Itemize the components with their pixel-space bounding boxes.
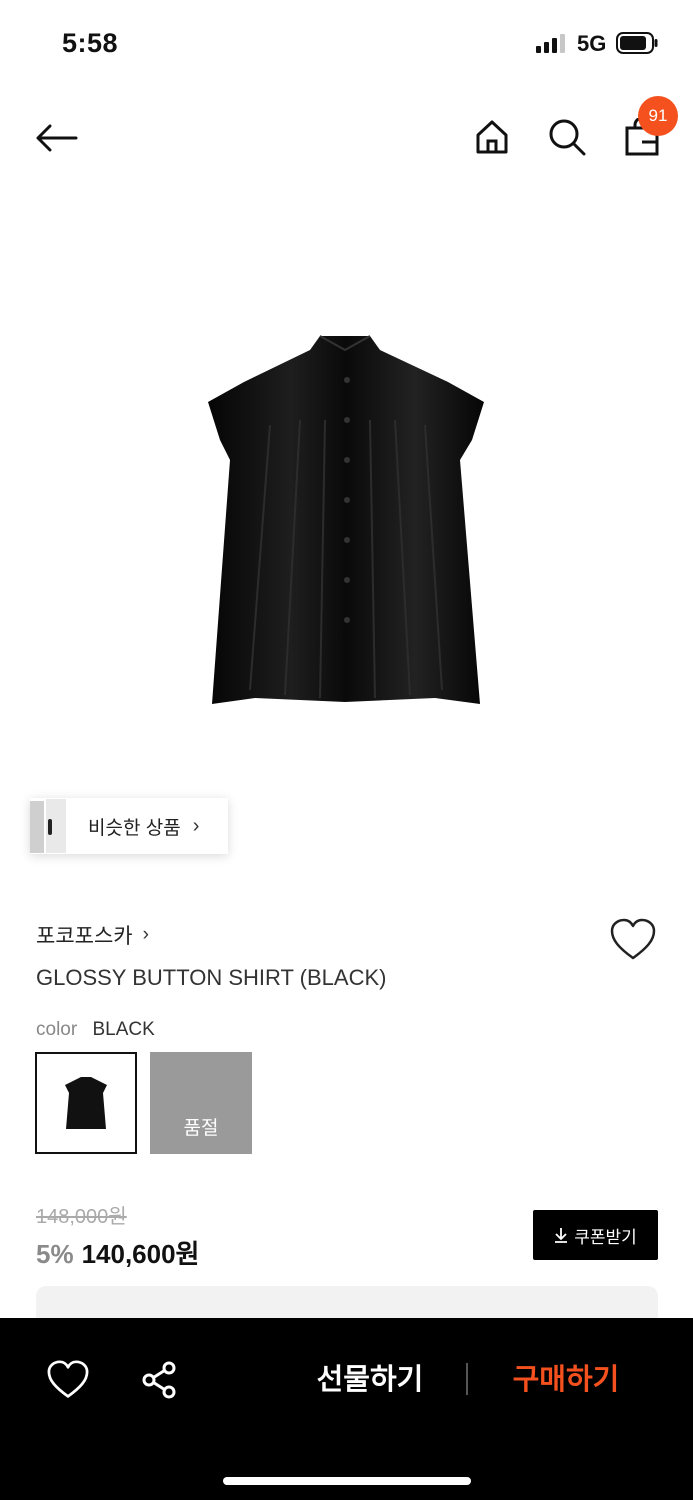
bottom-like-button[interactable] xyxy=(46,1360,90,1400)
discount-rate: 5% xyxy=(36,1239,74,1269)
original-price: 148,000원 xyxy=(36,1206,127,1228)
gift-button[interactable]: 선물하기 xyxy=(300,1358,440,1402)
status-bar: 5:58 5G xyxy=(0,0,693,90)
color-row: color BLACK xyxy=(36,1019,155,1041)
search-button[interactable] xyxy=(543,112,591,162)
color-key: color xyxy=(36,1019,78,1040)
back-arrow-icon xyxy=(36,124,78,152)
product-image[interactable] xyxy=(180,320,510,720)
share-icon xyxy=(142,1361,176,1399)
similar-items-button[interactable]: 비슷한 상품 › xyxy=(30,798,228,854)
color-value: BLACK xyxy=(92,1019,155,1040)
chevron-right-icon: › xyxy=(192,814,200,837)
coupon-button[interactable]: 쿠폰받기 xyxy=(533,1210,658,1260)
share-button[interactable] xyxy=(140,1360,180,1400)
battery-icon xyxy=(616,32,658,54)
download-icon xyxy=(555,1228,568,1243)
product-thumbnail xyxy=(65,1077,107,1129)
brand-link[interactable]: 포코포스카 › xyxy=(36,920,149,950)
cart-count-badge: 91 xyxy=(638,96,678,136)
similar-thumbnails xyxy=(30,799,70,853)
network-label: 5G xyxy=(577,31,607,56)
color-option-black[interactable] xyxy=(35,1052,137,1154)
home-indicator[interactable] xyxy=(223,1477,471,1485)
heart-icon xyxy=(610,918,656,960)
bottom-action-bar: 선물하기 구매하기 xyxy=(0,1318,693,1500)
search-icon xyxy=(549,119,586,156)
similar-items-label: 비슷한 상품 xyxy=(88,817,181,839)
chevron-right-icon: › xyxy=(142,924,149,945)
wishlist-button[interactable] xyxy=(609,918,657,962)
signal-icon xyxy=(536,34,565,53)
brand-name: 포코포스카 xyxy=(36,925,133,948)
sale-price: 140,600원 xyxy=(81,1239,200,1269)
back-button[interactable] xyxy=(30,115,82,161)
home-icon xyxy=(476,120,508,154)
color-option-sold-out[interactable]: 품절 xyxy=(150,1052,252,1154)
sold-out-label: 품절 xyxy=(183,1118,219,1139)
home-button[interactable] xyxy=(468,112,516,162)
buy-button[interactable]: 구매하기 xyxy=(500,1358,632,1402)
coupon-label: 쿠폰받기 xyxy=(574,1227,637,1247)
heart-icon xyxy=(47,1360,89,1398)
header xyxy=(0,90,693,190)
price-row: 5% 140,600원 xyxy=(36,1234,199,1271)
divider xyxy=(466,1363,468,1395)
status-time: 5:58 xyxy=(62,28,119,58)
product-name: GLOSSY BUTTON SHIRT (BLACK) xyxy=(36,965,387,990)
